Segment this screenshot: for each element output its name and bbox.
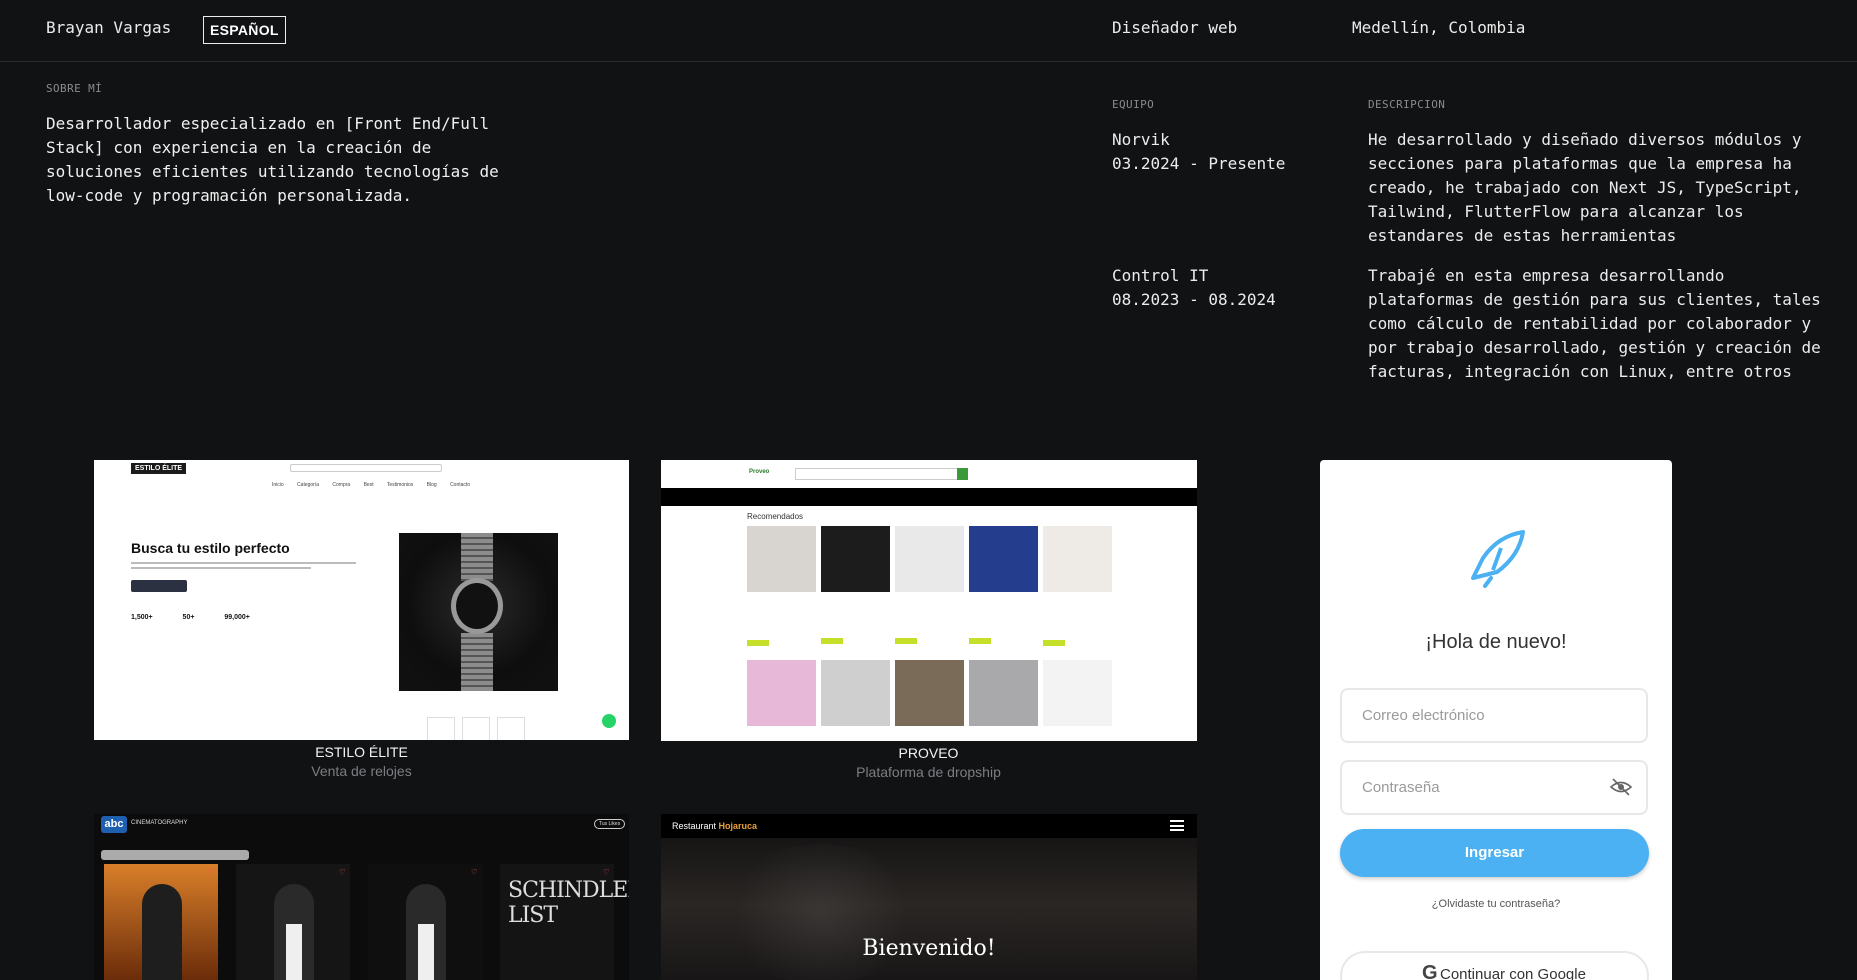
about-label: SOBRE MÍ	[46, 82, 103, 95]
preview-header: Proveo	[661, 460, 1197, 488]
search-icon	[957, 468, 968, 480]
preview-hero-text	[131, 562, 356, 574]
movie-poster: SCHINDLERS LIST ♡	[500, 864, 629, 980]
project-subtitle: Plataforma de dropship	[856, 764, 1001, 780]
job-norvik: Norvik 03.2024 - Presente	[1112, 128, 1285, 176]
preview-site-name: CINEMATOGRAPHY	[131, 820, 188, 826]
google-signin-button[interactable]: G Continuar con Google	[1340, 951, 1649, 980]
owner-name: Brayan Vargas	[46, 18, 172, 37]
top-bar: Brayan Vargas ESPAÑOL Diseñador web Mede…	[0, 0, 1857, 62]
preview-nav: Inicio Categoría Compra Best Testimonios…	[272, 482, 471, 488]
job-company: Control IT	[1112, 266, 1209, 285]
team-column-label: EQUIPO	[1112, 98, 1155, 111]
preview-logo: Restaurant Hojaruca	[672, 821, 758, 831]
job-period: 08.2023 - 08.2024	[1112, 290, 1276, 309]
preview-welcome-title: Bienvenido!	[862, 936, 996, 961]
preview-likes-pill: Tus Likes	[594, 819, 626, 829]
project-preview-proveo[interactable]: Proveo Recomendados	[661, 460, 1197, 741]
preview-nav	[661, 488, 1197, 506]
project-preview-estilo-elite[interactable]: ESTILO ÉLITE Inicio Categoría Compra Bes…	[94, 460, 629, 740]
email-field[interactable]: Correo electrónico	[1340, 688, 1648, 743]
preview-search-bar	[795, 468, 961, 480]
job-description: Trabajé en esta empresa desarrollando pl…	[1368, 266, 1821, 381]
movie-poster: ♡	[368, 864, 482, 980]
hide-password-icon[interactable]	[1610, 778, 1632, 796]
heart-icon: ♡	[207, 868, 213, 878]
location-text: Medellín, Colombia	[1352, 18, 1526, 37]
preview-section-title: Recomendados	[747, 512, 804, 521]
login-submit-button[interactable]: Ingresar	[1340, 829, 1649, 877]
job-control-it: Control IT 08.2023 - 08.2024	[1112, 264, 1276, 312]
job-description: He desarrollado y diseñado diversos módu…	[1368, 130, 1802, 245]
job-period: 03.2024 - Presente	[1112, 154, 1286, 173]
project-caption: ESTILO ÉLITE Venta de relojes	[94, 744, 629, 779]
preview-hero-title: Busca tu estilo perfecto	[131, 540, 290, 556]
poster-title: SCHINDLERS LIST	[508, 878, 629, 928]
project-title: ESTILO ÉLITE	[315, 744, 408, 760]
project-caption: PROVEO Plataforma de dropship	[661, 745, 1196, 780]
project-subtitle: Venta de relojes	[311, 763, 412, 779]
project-preview-restaurant[interactable]: Restaurant Hojaruca Bienvenido!	[661, 814, 1197, 980]
heart-icon: ♡	[339, 868, 345, 878]
project-title: PROVEO	[898, 745, 959, 761]
login-title: ¡Hola de nuevo!	[1425, 631, 1567, 653]
movie-poster: ♡	[236, 864, 350, 980]
preview-search-bar	[290, 464, 442, 472]
preview-logo: abc	[101, 816, 127, 833]
preview-hero-button	[131, 580, 187, 592]
preview-stats: 1,500+ 50+ 99,000+	[131, 614, 250, 621]
project-preview-cinematography[interactable]: abc CINEMATOGRAPHY Tus Likes ♡ ♡ ♡ SCHIN…	[94, 814, 629, 980]
description-column-label: DESCRIPCION	[1368, 98, 1446, 111]
job-company: Norvik	[1112, 130, 1170, 149]
language-toggle-button[interactable]: ESPAÑOL	[203, 16, 286, 44]
google-icon: G	[1422, 962, 1438, 980]
preview-thumbnails	[427, 717, 532, 740]
watch-image	[399, 533, 558, 691]
rocket-icon	[1471, 530, 1525, 588]
movie-poster: ♡	[104, 864, 218, 980]
preview-search-bar	[101, 850, 249, 860]
google-signin-label: Continuar con Google	[1440, 966, 1586, 980]
preview-logo: Proveo	[749, 469, 770, 475]
login-preview: ¡Hola de nuevo! Correo electrónico Contr…	[1320, 460, 1672, 980]
forgot-password-link[interactable]: ¿Olvidaste tu contraseña?	[1320, 898, 1672, 910]
role-title: Diseñador web	[1112, 18, 1238, 37]
preview-header: Restaurant Hojaruca	[661, 814, 1197, 838]
whatsapp-icon	[602, 714, 616, 728]
heart-icon: ♡	[471, 868, 477, 878]
password-field[interactable]: Contraseña	[1340, 760, 1648, 815]
about-text: Desarrollador especializado en [Front En…	[46, 114, 499, 205]
heart-icon: ♡	[603, 868, 609, 878]
hamburger-menu-icon	[1170, 820, 1184, 831]
preview-logo: ESTILO ÉLITE	[131, 463, 187, 474]
